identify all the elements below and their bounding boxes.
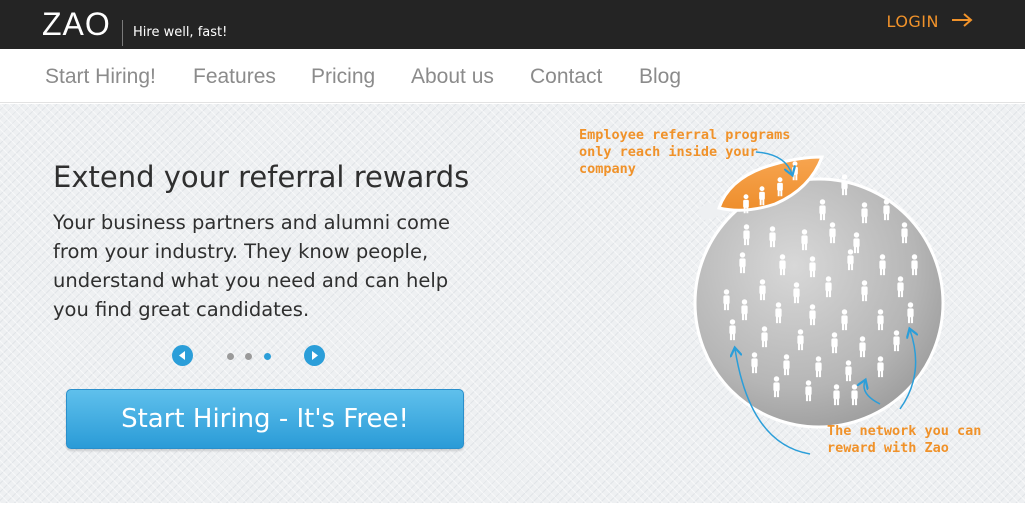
top-bar: ZAO Hire well, fast! LOGIN (0, 0, 1025, 49)
nav-item-features[interactable]: Features (193, 65, 276, 89)
nav-item-pricing[interactable]: Pricing (311, 65, 375, 89)
carousel-dot-2[interactable] (245, 353, 252, 360)
carousel-controls (172, 345, 327, 367)
logo[interactable]: ZAO (42, 6, 111, 42)
chevron-right-icon[interactable] (304, 345, 325, 366)
start-hiring-button[interactable]: Start Hiring - It's Free! (66, 389, 464, 449)
hero-description: Your business partners and alumni come f… (53, 211, 450, 321)
nav-item-blog[interactable]: Blog (639, 65, 681, 89)
carousel-dot-3[interactable] (264, 353, 271, 360)
nav-item-contact[interactable]: Contact (530, 65, 602, 89)
nav-item-start-hiring[interactable]: Start Hiring! (45, 65, 156, 89)
carousel-dot-1[interactable] (227, 353, 234, 360)
login-label: LOGIN (886, 12, 939, 31)
tagline: Hire well, fast! (122, 20, 227, 46)
main-nav: Start Hiring! Features Pricing About us … (0, 49, 1025, 103)
nav-item-about-us[interactable]: About us (411, 65, 494, 89)
chevron-left-icon[interactable] (172, 345, 193, 366)
network-sphere (693, 177, 945, 429)
referral-network-illustration: Employee referral programs only reach in… (560, 104, 1020, 507)
login-button[interactable]: LOGIN (886, 12, 973, 31)
hero-title: Extend your referral rewards (53, 160, 470, 194)
arrow-right-icon (951, 12, 973, 31)
annotation-zao-network: The network you can reward with Zao (827, 423, 982, 456)
annotation-employee-referral: Employee referral programs only reach in… (579, 127, 791, 177)
